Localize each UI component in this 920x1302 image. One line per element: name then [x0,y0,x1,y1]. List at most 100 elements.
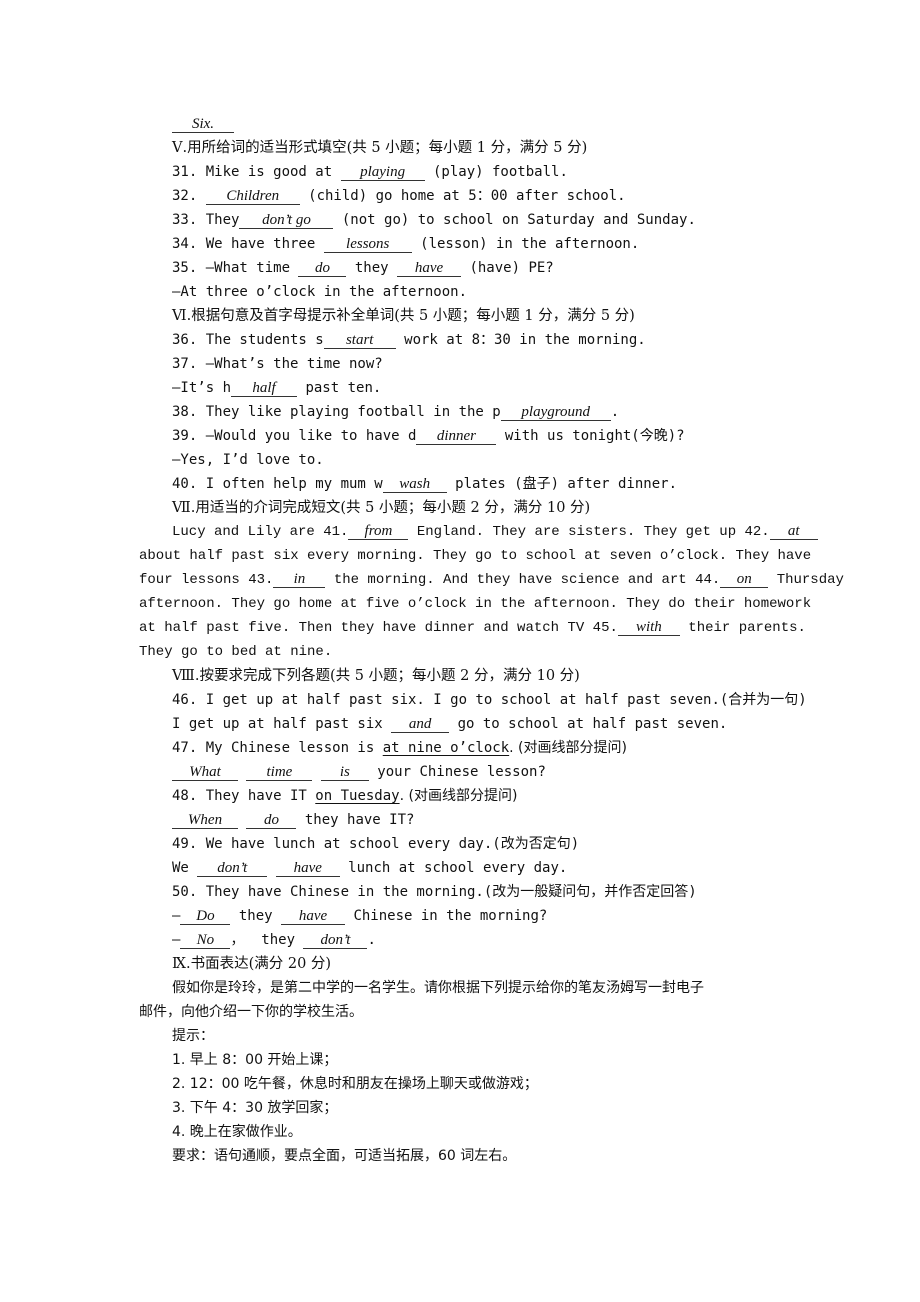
question-text: go to school at half past seven. [449,716,728,732]
hint-item: 3. 下午 4：30 放学回家； [172,1100,338,1116]
question-text: 31. Mike is good at [172,164,341,180]
question-text: 35. —What time [172,260,299,276]
question-39-reply: —Yes, I’d love to. [172,452,324,468]
question-text: 36. The students s [172,332,324,348]
answer-blank-42: at [769,523,818,540]
dash: — [172,932,181,948]
cloze-line-5: at half past five. Then they have dinner… [139,618,806,638]
answer-blank: lessons [323,236,412,253]
answer-blank: When [172,812,238,829]
hint-item: 1. 早上 8：00 开始上课； [172,1052,338,1068]
question-text: I get up at half past six [172,716,392,732]
dash: — [172,908,181,924]
question-38: 38. They like playing football in the pp… [172,402,619,422]
question-text: plates (盘子) after dinner. [446,476,678,492]
question-47: 47. My Chinese lesson is at nine o’clock… [172,738,627,758]
answer-blank: don’t go [239,212,334,229]
question-text: 33. They [172,212,240,228]
question-31: 31. Mike is good at playing (play) footb… [172,162,568,182]
hint-item: 4. 晚上在家做作业。 [172,1124,302,1140]
question-text: —It’s h [172,380,232,396]
question-50-question: — Do they have Chinese in the morning? [172,906,547,926]
question-text: 47. My Chinese lesson is [172,740,383,756]
question-text: 39. —Would you like to have d [172,428,417,444]
answer-blank: wash [382,476,447,493]
section-5-heading: Ⅴ.用所给词的适当形式填空(共 5 小题；每小题 1 分，满分 5 分) [172,140,588,156]
question-text: (child) go home at 5：00 after school. [299,188,626,204]
answer-blank: playground [500,404,611,421]
question-text: 48. They have IT [172,788,316,804]
passage-text: their parents. [679,620,806,636]
cloze-line-3: four lessons 43. in the morning. And they… [139,570,844,590]
question-40: 40. I often help my mum w wash plates (盘子… [172,474,677,494]
question-32: 32. Children (child) go home at 5：00 aft… [172,186,626,206]
writing-task-intro: 假如你是玲玲，是第二中学的一名学生。请你根据下列提示给你的笔友汤姆写一封电子 [172,980,704,996]
question-text: ， they [230,932,304,948]
answer-blank: half [231,380,298,397]
answer-blank: don’t [303,932,368,949]
question-37: 37. —What’s the time now? [172,356,383,372]
passage-text: Thursday [768,572,844,588]
answer-blank: Do [180,908,231,925]
cloze-line-4: afternoon. They go home at five o’clock … [139,596,812,612]
question-49: 49. We have lunch at school every day.(改… [172,836,580,852]
passage-text: four lessons 43. [139,572,274,588]
question-34: 34. We have three lessons (lesson) in th… [172,234,639,254]
question-text: they [230,908,282,924]
section-6-heading: Ⅵ.根据句意及首字母提示补全单词(共 5 小题；每小题 1 分，满分 5 分) [172,308,635,324]
question-text: . (对画线部分提问) [509,740,627,756]
question-text: past ten. [297,380,382,396]
cloze-line-6: They go to bed at nine. [139,644,333,660]
question-text: work at 8：30 in the morning. [395,332,646,348]
question-49-answer: We don’t have lunch at school every day. [172,858,567,878]
question-39: 39. —Would you like to have d dinner with… [172,426,685,446]
answer-blank: is [320,764,369,781]
question-46-answer: I get up at half past six and go to scho… [172,714,727,734]
question-text: 40. I often help my mum w [172,476,383,492]
answer-blank: dinner [416,428,497,445]
section-8-heading: Ⅷ.按要求完成下列各题(共 5 小题；每小题 2 分，满分 10 分) [172,668,580,684]
question-46: 46. I get up at half past six. I go to s… [172,692,807,708]
question-36: 36. The students s start work at 8：30 in … [172,330,646,350]
passage-text: at half past five. Then they have dinner… [139,620,618,636]
question-text: . [610,404,620,420]
answer-blank: No [180,932,231,949]
question-text: We [172,860,198,876]
question-text: they have IT? [296,812,415,828]
answer-blank: have [275,860,340,877]
answer-blank: start [323,332,396,349]
requirement-text: 要求：语句通顺，要点全面，可适当拓展，60 词左右。 [172,1148,517,1164]
answer-blank: don’t [197,860,268,877]
answer-blank: What [172,764,238,781]
question-48-answer: When do they have IT? [172,810,414,830]
question-text: 34. We have three [172,236,324,252]
question-50: 50. They have Chinese in the morning.(改为… [172,884,697,900]
answer-blank: Children [205,188,300,205]
question-text: (play) football. [424,164,568,180]
section-7-heading: Ⅶ.用适当的介词完成短文(共 5 小题；每小题 2 分，满分 10 分) [172,500,591,516]
passage-text: England. They are sisters. They get up 4… [408,524,770,540]
cloze-line-1: Lucy and Lily are 41. from England. They … [172,522,818,542]
question-35-reply: —At three o’clock in the afternoon. [172,284,468,300]
answer-blank: have [397,260,462,277]
question-48: 48. They have IT on Tuesday. (对画线部分提问) [172,786,517,806]
answer-blank-44: on [720,571,769,588]
question-text: (lesson) in the afternoon. [411,236,640,252]
answer-blank: do [298,260,347,277]
passage-text: the morning. And they have science and a… [325,572,721,588]
underlined-phrase: at nine o’clock [382,740,510,756]
answer-blank-45: with [617,619,680,636]
question-text: . [367,932,376,948]
question-text: 38. They like playing football in the p [172,404,501,420]
underlined-phrase: on Tuesday [315,788,400,804]
answer-blank-43: in [273,571,326,588]
question-text: lunch at school every day. [339,860,568,876]
question-33: 33. They don’t go (not go) to school on S… [172,210,696,230]
question-text: . (对画线部分提问) [399,788,518,804]
previous-answer-line: Six. [172,114,234,134]
section-9-heading: Ⅸ.书面表达(满分 20 分) [172,956,332,972]
question-text: your Chinese lesson? [368,764,546,780]
answer-blank: time [246,764,313,781]
question-50-reply: — No， they don’t. [172,930,376,950]
question-text: they [346,260,398,276]
